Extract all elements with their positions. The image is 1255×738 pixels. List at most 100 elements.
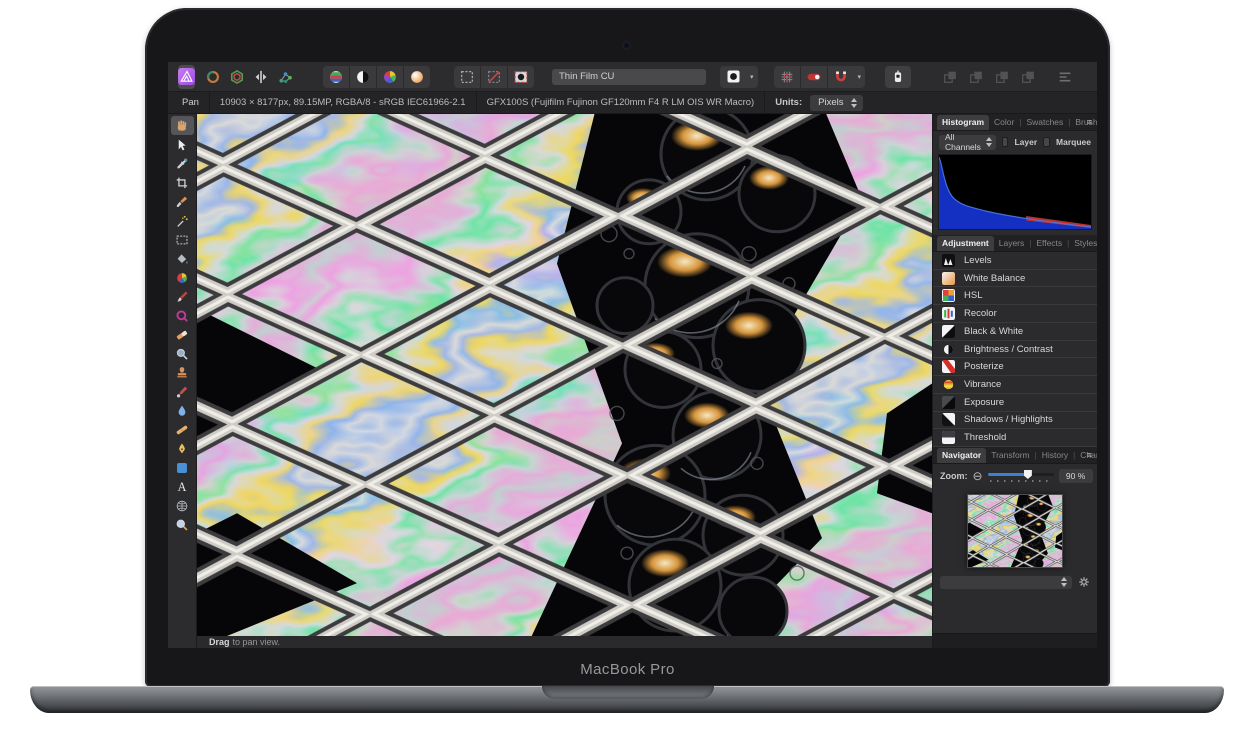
move-forward-icon[interactable] bbox=[963, 66, 989, 88]
tone-mapping-persona-icon[interactable] bbox=[225, 65, 249, 89]
camera-info: GFX100S (Fujifilm Fujinon GF120mm F4 R L… bbox=[487, 97, 755, 108]
device-brand-label: MacBook Pro bbox=[145, 661, 1110, 678]
tool-marquee[interactable] bbox=[171, 230, 194, 249]
navigator-thumbnail[interactable] bbox=[967, 494, 1063, 568]
adjustment-item-posterize[interactable]: Posterize bbox=[933, 358, 1097, 376]
tab-effects[interactable]: Effects bbox=[1031, 236, 1067, 251]
tab-brushes[interactable]: Brushes bbox=[1070, 115, 1097, 130]
adjustment-item-levels[interactable]: Levels bbox=[933, 252, 1097, 270]
adjustment-item-exposure[interactable]: Exposure bbox=[933, 394, 1097, 412]
adjustment-label: Brightness / Contrast bbox=[964, 344, 1053, 355]
snapping-grid-icon[interactable] bbox=[774, 66, 800, 88]
tool-shape[interactable] bbox=[171, 458, 194, 477]
units-select[interactable]: Pixels bbox=[810, 95, 863, 111]
adjustment-item-white-balance[interactable]: White Balance bbox=[933, 270, 1097, 288]
navigator-footer bbox=[933, 572, 1097, 592]
channel-select-value: All Channels bbox=[945, 132, 986, 152]
boolean-add-icon[interactable] bbox=[1093, 65, 1097, 89]
tab-color[interactable]: Color bbox=[989, 115, 1019, 130]
tool-pen[interactable] bbox=[171, 439, 194, 458]
snapping-magnet-icon[interactable] bbox=[828, 66, 854, 88]
right-panel: Histogram Color| Swatches| Brushes ≡ All… bbox=[932, 114, 1097, 648]
tool-colour-replacement[interactable] bbox=[171, 306, 194, 325]
tool-healing[interactable] bbox=[171, 420, 194, 439]
tab-histogram[interactable]: Histogram bbox=[937, 115, 989, 130]
auto-white-balance-icon[interactable] bbox=[404, 66, 430, 88]
export-persona-icon[interactable] bbox=[273, 65, 297, 89]
assistant-button[interactable] bbox=[885, 66, 911, 88]
alignment-icon[interactable] bbox=[1053, 65, 1077, 89]
tab-history[interactable]: History bbox=[1037, 448, 1073, 463]
tab-swatches[interactable]: Swatches bbox=[1021, 115, 1068, 130]
zoom-value[interactable]: 90 % bbox=[1059, 469, 1093, 483]
affinity-photo-logo[interactable] bbox=[178, 65, 195, 89]
liquify-persona-icon[interactable] bbox=[249, 65, 273, 89]
deselect-icon[interactable] bbox=[481, 66, 507, 88]
assistant-preset-dropdown[interactable]: ▾ bbox=[720, 66, 758, 88]
tool-move[interactable] bbox=[171, 135, 194, 154]
selection-marquee-icon[interactable] bbox=[454, 66, 480, 88]
move-to-back-icon[interactable] bbox=[1015, 66, 1041, 88]
adjustment-item-black-white[interactable]: Black & White bbox=[933, 323, 1097, 341]
move-to-front-icon[interactable] bbox=[937, 66, 963, 88]
adjustment-item-hsl[interactable]: HSL bbox=[933, 287, 1097, 305]
preset-name-input[interactable]: Thin Film CU bbox=[552, 69, 706, 85]
tool-smudge[interactable] bbox=[171, 382, 194, 401]
invert-selection-icon[interactable] bbox=[508, 66, 534, 88]
navigator-tab-row: Navigator Transform| History| Channels ≡ bbox=[933, 447, 1097, 464]
tool-blur[interactable] bbox=[171, 401, 194, 420]
view-point-select[interactable] bbox=[940, 576, 1072, 589]
panel-menu-icon[interactable]: ≡ bbox=[1087, 117, 1092, 127]
arrange-group bbox=[937, 66, 1041, 88]
adjustment-item-threshold[interactable]: Threshold bbox=[933, 429, 1097, 447]
adjustment-item-shadows-highlights[interactable]: Shadows / Highlights bbox=[933, 412, 1097, 430]
select-arrows-icon bbox=[986, 137, 992, 147]
lid-notch bbox=[542, 686, 714, 699]
move-backward-icon[interactable] bbox=[989, 66, 1015, 88]
tool-dodge[interactable] bbox=[171, 344, 194, 363]
zoom-label: Zoom: bbox=[940, 471, 968, 481]
tool-mesh-warp[interactable] bbox=[171, 496, 194, 515]
tool-flood-select[interactable] bbox=[171, 211, 194, 230]
tool-clone[interactable] bbox=[171, 363, 194, 382]
tool-gradient[interactable] bbox=[171, 268, 194, 287]
adjustment-label: Threshold bbox=[964, 432, 1006, 443]
adjustment-item-recolor[interactable]: Recolor bbox=[933, 305, 1097, 323]
tool-text[interactable] bbox=[171, 477, 194, 496]
tool-pan[interactable] bbox=[171, 116, 194, 135]
zoom-slider-knob[interactable] bbox=[1024, 470, 1032, 479]
tool-erase[interactable] bbox=[171, 325, 194, 344]
tool-crop[interactable] bbox=[171, 173, 194, 192]
tab-layers[interactable]: Layers bbox=[994, 236, 1030, 251]
tab-navigator[interactable]: Navigator bbox=[937, 448, 986, 463]
document-canvas[interactable] bbox=[197, 114, 932, 636]
navigator-thumbnail-area bbox=[933, 488, 1097, 572]
zoom-out-icon[interactable]: ⊖ bbox=[973, 470, 983, 482]
gear-icon[interactable] bbox=[1078, 576, 1090, 588]
auto-contrast-icon[interactable] bbox=[350, 66, 376, 88]
zoom-slider[interactable] bbox=[988, 469, 1054, 483]
marquee-checkbox[interactable] bbox=[1043, 137, 1050, 147]
tab-styles[interactable]: Styles bbox=[1069, 236, 1097, 251]
adjustment-item-vibrance[interactable]: Vibrance bbox=[933, 376, 1097, 394]
tool-zoom[interactable] bbox=[171, 515, 194, 534]
units-label: Units: bbox=[775, 97, 802, 108]
layer-checkbox[interactable] bbox=[1002, 137, 1009, 147]
tab-adjustment[interactable]: Adjustment bbox=[937, 236, 994, 251]
channel-select[interactable]: All Channels bbox=[939, 135, 996, 150]
selection-group bbox=[454, 66, 534, 88]
develop-persona-icon[interactable] bbox=[201, 65, 225, 89]
tool-selection-brush[interactable] bbox=[171, 192, 194, 211]
panel-menu-icon[interactable]: ≡ bbox=[1087, 450, 1092, 460]
adjustment-item-brightness-contrast[interactable]: Brightness / Contrast bbox=[933, 341, 1097, 359]
macbook-base bbox=[30, 686, 1224, 713]
tool-flood-fill[interactable] bbox=[171, 249, 194, 268]
tool-colour-picker[interactable] bbox=[171, 154, 194, 173]
tab-transform[interactable]: Transform bbox=[986, 448, 1034, 463]
auto-levels-icon[interactable] bbox=[323, 66, 349, 88]
tool-paint-brush[interactable] bbox=[171, 287, 194, 306]
auto-colours-icon[interactable] bbox=[377, 66, 403, 88]
snapping-toggle-icon[interactable] bbox=[801, 66, 827, 88]
assistant-preset-icon bbox=[720, 66, 746, 88]
adjustment-list: Levels White Balance HSL Recolor Black &… bbox=[933, 252, 1097, 447]
